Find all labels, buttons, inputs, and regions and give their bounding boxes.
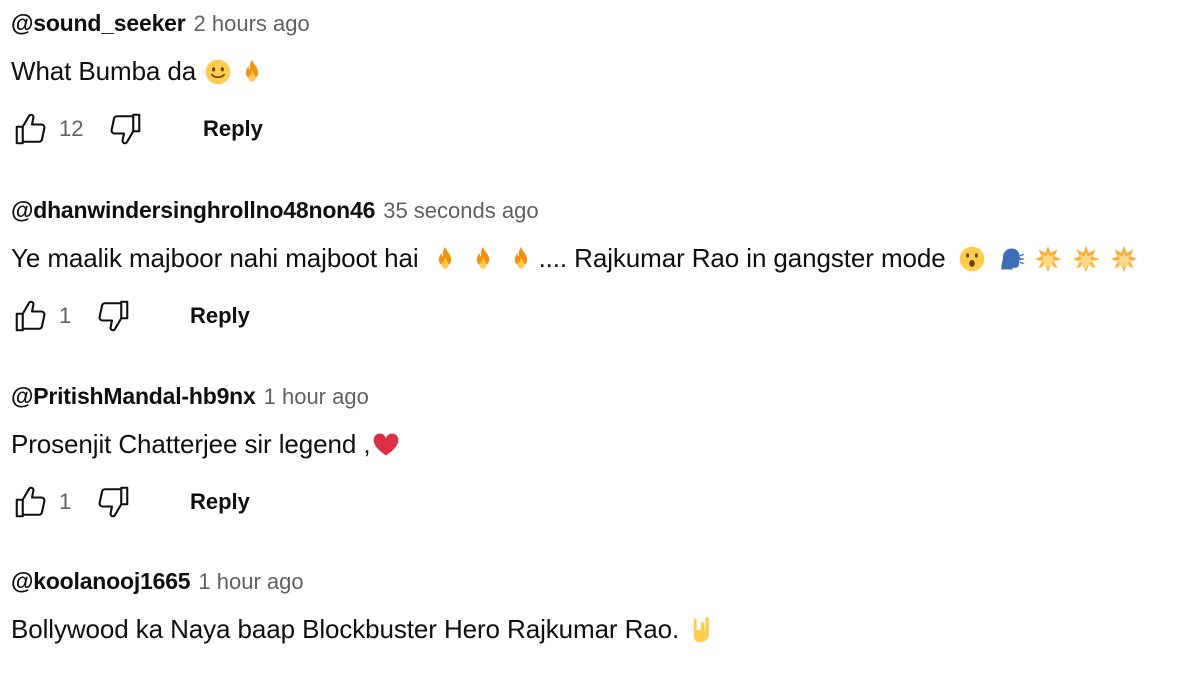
comment-author[interactable]: @PritishMandal-hb9nx <box>11 383 256 410</box>
comment-header: @koolanooj1665 1 hour ago <box>11 568 1200 602</box>
comment-body: Bollywood ka Naya baap Blockbuster Hero … <box>11 614 680 644</box>
like-icon[interactable] <box>11 109 51 149</box>
comment-header: @PritishMandal-hb9nx 1 hour ago <box>11 383 1200 417</box>
slightly-smiling-face-icon <box>204 58 232 86</box>
comment-author[interactable]: @dhanwindersinghrollno48non46 <box>11 197 375 224</box>
fire-icon <box>238 58 266 86</box>
comment-body-part-1: Ye maalik majboor nahi majboot hai <box>11 243 419 273</box>
collision-icon <box>1034 245 1062 273</box>
comment-author[interactable]: @koolanooj1665 <box>11 568 191 595</box>
speaking-head-icon <box>996 245 1024 273</box>
sign-of-the-horns-icon <box>687 616 715 644</box>
comment-item: @koolanooj1665 1 hour ago Bollywood ka N… <box>11 568 1200 645</box>
comment-item: @PritishMandal-hb9nx 1 hour ago Prosenji… <box>11 383 1200 522</box>
reply-button[interactable]: Reply <box>190 303 250 329</box>
comment-body-part-2: .... Rajkumar Rao in gangster mode <box>538 243 946 273</box>
comment-text: Ye maalik majboor nahi majboot hai .... … <box>11 243 1200 274</box>
like-count: 1 <box>59 489 72 514</box>
reply-button[interactable]: Reply <box>203 116 263 142</box>
comment-actions: 1 Reply <box>11 482 1200 522</box>
comment-actions: 12 Reply <box>11 109 1200 149</box>
comment-timestamp[interactable]: 2 hours ago <box>194 11 310 37</box>
collision-icon <box>1110 245 1138 273</box>
comment-actions: 1 Reply <box>11 296 1200 336</box>
collision-icon <box>1072 245 1100 273</box>
like-icon[interactable] <box>11 482 51 522</box>
comment-text: What Bumba da <box>11 56 1200 87</box>
comment-text: Bollywood ka Naya baap Blockbuster Hero … <box>11 614 1200 645</box>
comment-body: Prosenjit Chatterjee sir legend , <box>11 429 371 459</box>
comment-timestamp[interactable]: 1 hour ago <box>198 569 303 595</box>
fire-icon <box>431 245 459 273</box>
reply-button[interactable]: Reply <box>190 489 250 515</box>
fire-icon <box>469 245 497 273</box>
dislike-icon[interactable] <box>105 109 145 149</box>
like-count: 12 <box>59 116 84 141</box>
comment-timestamp[interactable]: 1 hour ago <box>264 384 369 410</box>
comment-text: Prosenjit Chatterjee sir legend , <box>11 429 1200 460</box>
comment-item: @sound_seeker 2 hours ago What Bumba da … <box>11 10 1200 149</box>
comment-author[interactable]: @sound_seeker <box>11 10 186 37</box>
fire-icon <box>507 245 535 273</box>
comment-body: What Bumba da <box>11 56 197 86</box>
comment-header: @dhanwindersinghrollno48non46 35 seconds… <box>11 197 1200 231</box>
dislike-icon[interactable] <box>93 482 133 522</box>
comment-header: @sound_seeker 2 hours ago <box>11 10 1200 44</box>
comment-timestamp[interactable]: 35 seconds ago <box>383 198 538 224</box>
hushed-face-icon <box>958 245 986 273</box>
red-heart-icon <box>372 431 400 459</box>
dislike-icon[interactable] <box>93 296 133 336</box>
like-icon[interactable] <box>11 296 51 336</box>
like-count: 1 <box>59 303 72 328</box>
comment-item: @dhanwindersinghrollno48non46 35 seconds… <box>11 197 1200 336</box>
